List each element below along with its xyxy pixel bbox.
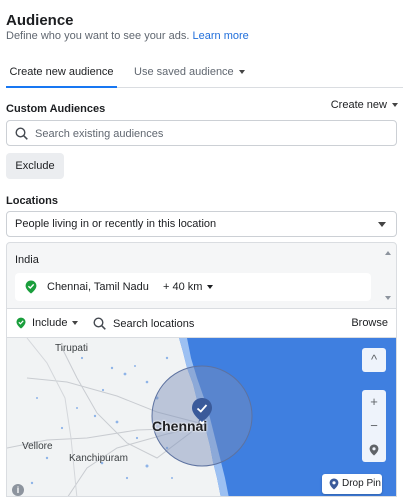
audience-tabs: Create new audience Use saved audience (6, 56, 403, 88)
location-type-value: People living in or recently in this loc… (15, 218, 217, 230)
map-pin-icon (329, 478, 339, 490)
location-type-select[interactable]: People living in or recently in this loc… (6, 211, 397, 237)
drop-pin-label: Drop Pin (342, 478, 381, 489)
zoom-in-button[interactable]: + (362, 390, 386, 414)
create-new-button[interactable]: Create new (331, 99, 398, 111)
locations-label: Locations (6, 195, 58, 207)
zoom-out-button[interactable]: − (362, 414, 386, 438)
chevron-down-icon (72, 321, 79, 326)
create-new-label: Create new (330, 99, 387, 111)
exclude-button[interactable]: Exclude (6, 153, 64, 179)
selected-locations-panel: India Chennai, Tamil Nadu + 40 km (6, 242, 397, 309)
scroll-up-arrow[interactable] (385, 251, 391, 255)
include-label: Include (32, 317, 68, 329)
map-label-tirupati: Tirupati (55, 343, 88, 354)
location-map[interactable]: Tirupati Vellore Kanchipuram Chennai ^ +… (6, 337, 397, 497)
chevron-down-icon (207, 285, 214, 290)
location-chip: Chennai, Tamil Nadu + 40 km (15, 273, 371, 301)
subtitle-text: Define who you want to see your ads. (6, 30, 190, 42)
include-location-bar: Include Browse (6, 309, 397, 337)
info-icon[interactable]: i (12, 484, 24, 496)
audience-search-box (6, 120, 397, 146)
country-label: India (15, 254, 39, 266)
custom-audiences-label: Custom Audiences (6, 103, 106, 115)
map-label-kanchipuram: Kanchipuram (69, 453, 128, 464)
include-dropdown[interactable]: Include (32, 317, 79, 329)
my-location-button[interactable] (362, 438, 386, 462)
map-label-chennai: Chennai (152, 418, 208, 434)
page-title: Audience (6, 12, 74, 29)
drop-pin-button[interactable]: Drop Pin (322, 474, 382, 494)
learn-more-link[interactable]: Learn more (193, 30, 249, 42)
radius-dropdown[interactable]: + 40 km (163, 281, 214, 293)
tab-use-saved-audience[interactable]: Use saved audience (134, 56, 245, 88)
chevron-down-icon (378, 222, 386, 227)
pan-up-button[interactable]: ^ (362, 348, 386, 372)
scroll-down-arrow[interactable] (385, 296, 391, 300)
map-zoom-control: + − (362, 390, 386, 462)
search-icon (93, 317, 106, 330)
location-pin-icon (16, 317, 26, 329)
search-icon (15, 127, 28, 140)
map-label-vellore: Vellore (22, 441, 53, 452)
chevron-down-icon (238, 70, 245, 75)
location-marker-icon (369, 444, 379, 456)
radius-value: + 40 km (163, 281, 203, 293)
tab-use-saved-audience-label: Use saved audience (134, 66, 234, 78)
tab-create-new-audience[interactable]: Create new audience (6, 56, 117, 88)
location-pin-icon (25, 280, 37, 294)
chevron-down-icon (392, 103, 398, 108)
map-pan-control: ^ (362, 348, 386, 372)
browse-button[interactable]: Browse (351, 317, 388, 329)
location-name: Chennai, Tamil Nadu (47, 281, 149, 293)
location-search-input[interactable] (113, 315, 313, 332)
audience-search-input[interactable] (35, 125, 385, 142)
page-subtitle: Define who you want to see your ads. Lea… (6, 30, 249, 42)
